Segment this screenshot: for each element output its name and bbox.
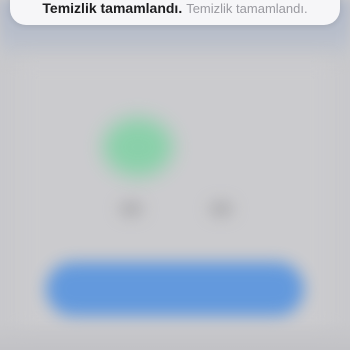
toast-subtitle: Temizlik tamamlandı. [186, 1, 308, 16]
toast-title: Temizlik tamamlandı. [42, 0, 183, 16]
blurred-stat-left [118, 200, 144, 218]
blurred-stat-right [208, 200, 234, 218]
bottom-shade [0, 320, 350, 350]
toast-notification: Temizlik tamamlandı. Temizlik tamamlandı… [10, 0, 340, 25]
blurred-background [0, 0, 350, 350]
blurred-primary-button [46, 262, 304, 316]
blurred-success-icon [103, 118, 173, 176]
